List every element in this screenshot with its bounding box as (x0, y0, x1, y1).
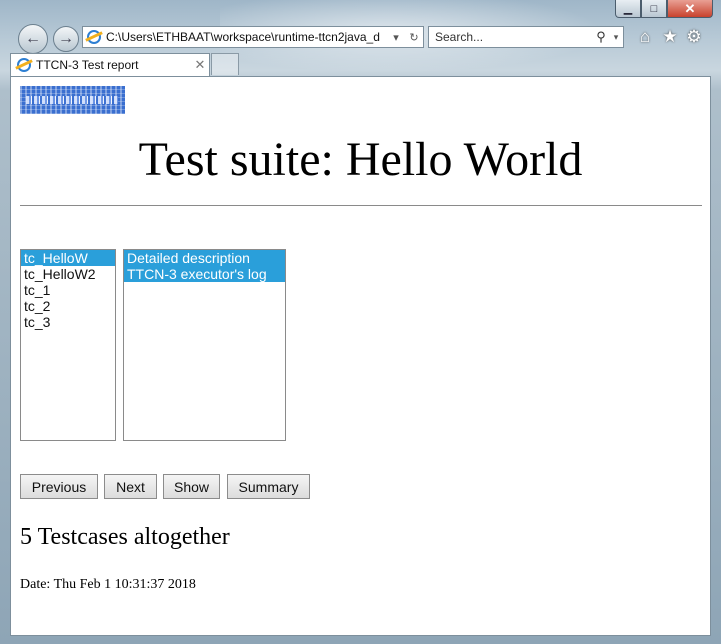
ie-tab-icon (17, 58, 31, 72)
testcase-listbox[interactable]: tc_HelloW tc_HelloW2 tc_1 tc_2 tc_3 (20, 249, 116, 441)
tab-close-icon[interactable]: ✕ (191, 57, 209, 73)
tab-title: TTCN-3 Test report (36, 58, 139, 72)
testcase-option[interactable]: tc_2 (21, 298, 115, 314)
close-window-button[interactable]: ✕ (667, 0, 713, 18)
show-button[interactable]: Show (163, 474, 220, 499)
tab-test-report[interactable]: TTCN-3 Test report ✕ (10, 53, 210, 76)
page-content: Test suite: Hello World tc_HelloW tc_Hell… (10, 76, 711, 636)
minimize-button[interactable]: ▁ (615, 0, 641, 18)
forward-arrow-icon: → (58, 30, 74, 47)
search-box[interactable]: Search... ⚲ ▾ (428, 26, 624, 48)
next-button[interactable]: Next (104, 474, 157, 499)
detail-option[interactable]: Detailed description (124, 250, 285, 266)
back-button[interactable]: ← (18, 24, 48, 54)
testcase-option[interactable]: tc_HelloW (21, 250, 115, 266)
tools-gear-icon[interactable]: ⚙ (684, 27, 704, 47)
browser-window: ▁ □ ✕ ← → C:\Users\ETHBAAT\workspace\run… (0, 0, 721, 644)
address-dropdown-icon[interactable]: ▾ (387, 31, 405, 44)
testcase-option[interactable]: tc_1 (21, 282, 115, 298)
address-text[interactable]: C:\Users\ETHBAAT\workspace\runtime-ttcn2… (106, 30, 387, 44)
details-listbox[interactable]: Detailed description TTCN-3 executor's lo… (123, 249, 286, 441)
report-logo (20, 86, 125, 114)
address-bar[interactable]: C:\Users\ETHBAAT\workspace\runtime-ttcn2… (82, 26, 424, 48)
search-icon[interactable]: ⚲ (593, 29, 609, 45)
home-icon[interactable]: ⌂ (635, 27, 655, 47)
new-tab-button[interactable] (211, 53, 239, 75)
ie-page-icon (87, 30, 101, 44)
search-input[interactable]: Search... (429, 30, 593, 44)
maximize-button[interactable]: □ (641, 0, 667, 18)
report-date: Date: Thu Feb 1 10:31:37 2018 (20, 577, 196, 592)
testcase-option[interactable]: tc_3 (21, 314, 115, 330)
page-title: Test suite: Hello World (138, 133, 583, 186)
forward-button[interactable]: → (53, 26, 79, 52)
favorites-star-icon[interactable]: ★ (660, 27, 680, 47)
back-arrow-icon: ← (25, 30, 41, 47)
refresh-icon[interactable]: ↻ (405, 31, 423, 44)
divider (20, 205, 702, 206)
detail-option[interactable]: TTCN-3 executor's log (124, 266, 285, 282)
testcase-option[interactable]: tc_HelloW2 (21, 266, 115, 282)
window-caption-buttons: ▁ □ ✕ (615, 0, 713, 18)
summary-button[interactable]: Summary (227, 474, 310, 499)
search-dropdown-icon[interactable]: ▾ (609, 32, 623, 43)
testcase-count: 5 Testcases altogether (20, 524, 230, 550)
previous-button[interactable]: Previous (20, 474, 98, 499)
